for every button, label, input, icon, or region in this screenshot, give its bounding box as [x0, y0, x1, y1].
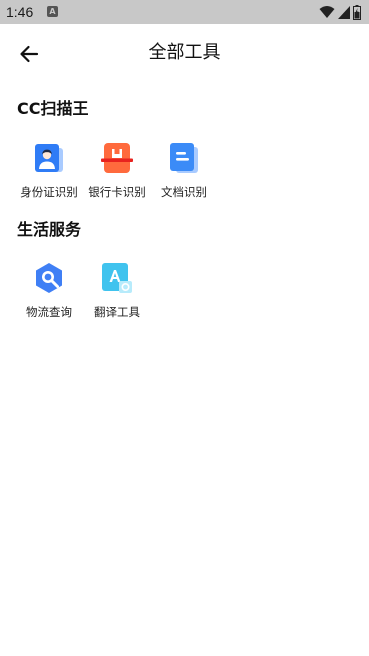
page-title: 全部工具 [148, 42, 221, 63]
battery-icon [353, 4, 361, 20]
tool-document-recognition[interactable]: 文档识别 [151, 142, 217, 212]
status-icons [319, 4, 361, 20]
wifi-icon [319, 6, 335, 18]
tool-label: 文档识别 [161, 185, 207, 199]
tool-logistics-search[interactable]: 物流查询 [16, 262, 82, 332]
section-title-life-services: 生活服务 [17, 220, 82, 239]
status-bar: 1:46 A [0, 0, 369, 24]
tool-label: 身份证识别 [20, 185, 78, 199]
logistics-search-icon [36, 263, 62, 293]
id-card-icon [35, 144, 63, 172]
tool-label: 翻译工具 [94, 305, 140, 319]
bank-card-icon [101, 143, 133, 173]
status-time: 1:46 [6, 4, 34, 20]
tool-bank-card-recognition[interactable]: 银行卡识别 [84, 142, 150, 212]
section-title-cc-scanner: CC扫描王 [17, 99, 89, 118]
translate-icon [102, 263, 132, 293]
tool-id-card-recognition[interactable]: 身份证识别 [16, 142, 82, 212]
a-notification-icon: A [47, 6, 58, 17]
document-icon [170, 143, 198, 173]
tool-label: 物流查询 [26, 305, 72, 319]
tool-translate[interactable]: 翻译工具 [84, 262, 150, 332]
header: 全部工具 [0, 24, 369, 82]
signal-icon [338, 5, 350, 19]
